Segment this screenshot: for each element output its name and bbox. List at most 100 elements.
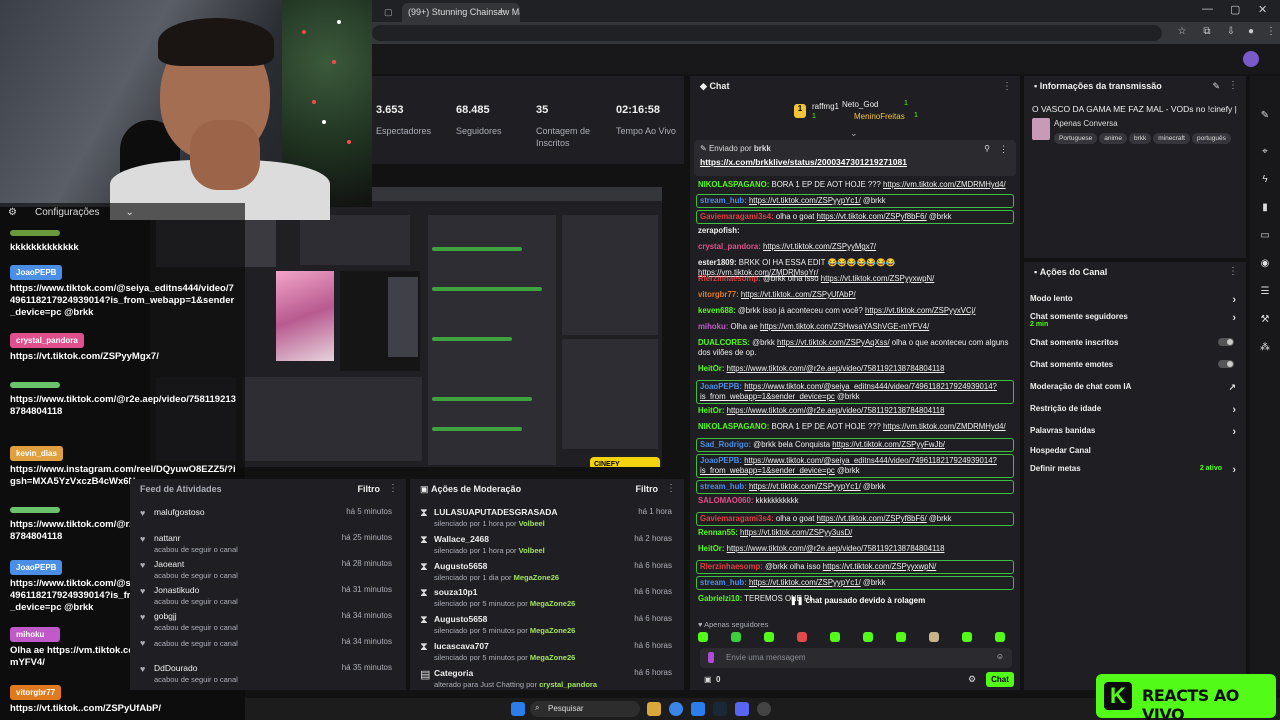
moderation-filter-button[interactable]: Filtro [636, 484, 659, 494]
chat-message[interactable]: JoaoPEPB: https://www.tiktok.com/@seiya_… [696, 380, 1014, 404]
chat-message[interactable]: Rlerzinhaesomp: @brkk olha isso https://… [696, 560, 1014, 574]
chat-menu-icon[interactable]: ⋮ [1002, 81, 1012, 92]
pinned-message[interactable]: ✎ Enviado por brkk https://x.com/brkkliv… [694, 140, 1016, 176]
chat-message-link[interactable]: https://vm.tiktok.com/ZSHwsaYAShVGE-mYFV… [760, 322, 929, 331]
chat-username[interactable]: SALOMAO060: [698, 496, 753, 505]
chat-message[interactable]: keven688: @brkk isso já aconteceu com vo… [698, 306, 1014, 316]
mic-icon[interactable] [708, 652, 714, 663]
steam-icon[interactable] [713, 702, 727, 716]
moderation-item[interactable]: ⧗ lucascava707 silenciado por 5 minutos po… [420, 641, 678, 662]
toggle-switch[interactable] [1218, 360, 1234, 368]
moderation-item[interactable]: ⧗ LULASUAPUTADESGRASADA silenciado por 1 h… [420, 507, 678, 528]
chat-message-link[interactable]: https://vt.tiktok.com/ZSPyyMgx7/ [763, 242, 876, 251]
chrome-icon[interactable] [669, 702, 683, 716]
chat-message-link[interactable]: https://vt.tiktok.com/ZSPyf8bF6/ [817, 212, 927, 221]
chat-username[interactable]: Gaviemaragami3s4: [700, 514, 774, 523]
emote-icon[interactable] [830, 632, 840, 642]
minimize-icon[interactable]: — [1202, 3, 1213, 15]
chat-username[interactable]: vitorgbr77: [698, 290, 739, 299]
chat-username[interactable]: zerapofish: [698, 226, 740, 235]
chat-message[interactable]: JoaoPEPB: https://www.tiktok.com/@seiya_… [696, 454, 1014, 478]
channel-action-row[interactable]: Modo lento › [1030, 294, 1240, 306]
chat-message-link[interactable]: https://vt.tiktok.com/ZSPyy3usD/ [740, 528, 852, 537]
bookmark-star-icon[interactable]: ☆ [1175, 26, 1189, 40]
obs-icon[interactable] [757, 702, 771, 716]
settings-label[interactable]: ⚙ Configurações ⌄ [8, 207, 134, 218]
chat-username[interactable]: stream_hub: [700, 196, 747, 205]
chat-settings-gear-icon[interactable]: ⚙ [968, 674, 976, 685]
chat-username[interactable]: mihoku: [698, 322, 728, 331]
moderation-item[interactable]: ⧗ Augusto5658 silenciado por 1 dia por Meg… [420, 561, 678, 582]
chat-username[interactable]: stream_hub: [700, 482, 747, 491]
chat-send-button[interactable]: Chat [986, 672, 1014, 687]
chat-message-link[interactable]: https://vt.tiktok.com/ZSPyypYc1/ [749, 482, 861, 491]
chat-message[interactable]: zerapofish: [698, 226, 1014, 236]
pencil-icon[interactable]: ✎ [1258, 110, 1272, 124]
chat-username[interactable]: Sad_Rodrigo: [700, 440, 751, 449]
chat-username[interactable]: Gaviemaragami3s4: [700, 212, 774, 221]
chat-username[interactable]: Rlerzinhaesomp: [698, 274, 761, 283]
target-icon[interactable]: ⌖ [1258, 146, 1272, 160]
browser-tab-small[interactable]: ▢ [378, 3, 396, 22]
browser-menu-icon[interactable]: ⋮ [1264, 26, 1278, 40]
chat-username[interactable]: stream_hub: [700, 578, 747, 587]
pin-menu-icon[interactable]: ⋮ [999, 144, 1008, 155]
chat-message-link[interactable]: https://vt.tiktok.com/ZSPyypYc1/ [749, 196, 861, 205]
emote-icon[interactable] [797, 632, 807, 642]
chat-message[interactable]: Gaviemaragami3s4: olha o goat https://vt… [696, 512, 1014, 526]
chat-message[interactable]: NIKOLASPAGANO: BORA 1 EP DE AOT HOJE ???… [698, 422, 1014, 432]
chat-message[interactable]: Sad_Rodrigo: @brkk bela Conquista https:… [696, 438, 1014, 452]
chat-message-link[interactable]: https://vt.tiktok.com/ZSPyyxwpN/ [821, 274, 935, 283]
chat-message-link[interactable]: https://vm.tiktok.com/ZMDRMHyd4/ [883, 422, 1006, 431]
broadcast-icon[interactable]: ◉ [1258, 258, 1272, 272]
pin-toggle-icon[interactable]: ⚲ [984, 144, 990, 153]
emote-icon[interactable] [764, 632, 774, 642]
chat-username[interactable]: Rlerzinhaesomp: [700, 562, 763, 571]
feed-filter-button[interactable]: Filtro [358, 484, 381, 494]
chat-message-link[interactable]: https://vt.tiktok.com/ZSPyAqXss/ [777, 338, 890, 347]
chat-message[interactable]: Rennan55: https://vt.tiktok.com/ZSPyy3us… [698, 528, 1014, 538]
chat-message[interactable]: stream_hub: https://vt.tiktok.com/ZSPyyp… [696, 480, 1014, 494]
chat-username[interactable]: crystal_pandora: [698, 242, 761, 251]
feed-menu-icon[interactable]: ⋮ [388, 483, 398, 494]
chat-message[interactable]: stream_hub: https://vt.tiktok.com/ZSPyyp… [696, 194, 1014, 208]
expand-podium-icon[interactable]: ⌄ [850, 128, 858, 139]
chat-username[interactable]: keven688: [698, 306, 736, 315]
channel-action-row[interactable]: Chat somente seguidores 2 min › [1030, 312, 1240, 328]
chat-username[interactable]: HeitOr: [698, 364, 724, 373]
chat-message-link[interactable]: https://vt.tiktok.com/ZSPyypYc1/ [749, 578, 861, 587]
moderation-item[interactable]: ▤ Categoria alterado para Just Chatting po… [420, 668, 678, 689]
emote-icon[interactable] [995, 632, 1005, 642]
chat-message[interactable]: vitorgbr77: https://vt.tiktok..com/ZSPyU… [698, 290, 1014, 300]
close-window-icon[interactable]: ✕ [1258, 3, 1267, 16]
chat-bubble-icon[interactable]: ▭ [1258, 230, 1272, 244]
emote-icon[interactable] [896, 632, 906, 642]
emote-icon[interactable] [863, 632, 873, 642]
chat-message[interactable]: HeitOr: https://www.tiktok.com/@r2e.aep/… [698, 544, 1014, 554]
channel-action-row[interactable]: Restrição de idade › [1030, 404, 1240, 416]
chat-message-link[interactable]: https://www.tiktok.com/@r2e.aep/video/75… [727, 544, 945, 553]
emote-icon[interactable] [731, 632, 741, 642]
chat-message[interactable]: NIKOLASPAGANO: BORA 1 EP DE AOT HOJE ???… [698, 180, 1014, 190]
chat-username[interactable]: Rennan55: [698, 528, 738, 537]
wrench-icon[interactable]: ⚒ [1258, 314, 1272, 328]
chat-message[interactable]: crystal_pandora: https://vt.tiktok.com/Z… [698, 242, 1014, 252]
users-icon[interactable]: ⁂ [1258, 342, 1272, 356]
emoji-icon[interactable]: ☺ [996, 652, 1004, 661]
download-icon[interactable]: ⇩ [1224, 26, 1238, 40]
chat-username[interactable]: JoaoPEPB: [700, 456, 742, 465]
chat-username[interactable]: NIKOLASPAGANO: [698, 422, 769, 431]
emote-icon[interactable] [962, 632, 972, 642]
chat-message[interactable]: HeitOr: https://www.tiktok.com/@r2e.aep/… [698, 406, 1014, 416]
moderation-menu-icon[interactable]: ⋮ [666, 483, 676, 494]
channel-action-row[interactable]: Chat somente inscritos [1030, 338, 1240, 347]
chat-username[interactable]: NIKOLASPAGANO: [698, 180, 769, 189]
profile-icon[interactable]: ● [1244, 26, 1258, 40]
chat-message[interactable]: HeitOr: https://www.tiktok.com/@r2e.aep/… [698, 364, 1014, 374]
edit-icon[interactable]: ✎ [1212, 81, 1220, 92]
channel-action-row[interactable]: Moderação de chat com IA ↗ [1030, 382, 1240, 392]
chat-paused-notice[interactable]: ❚❚ chat pausado devido à rolagem [790, 596, 925, 605]
toggle-switch[interactable] [1218, 338, 1234, 346]
chat-input[interactable]: Envie uma mensagem ☺ [700, 648, 1012, 668]
chat-message-link[interactable]: https://vt.tiktok..com/ZSPyUfAbP/ [741, 290, 856, 299]
